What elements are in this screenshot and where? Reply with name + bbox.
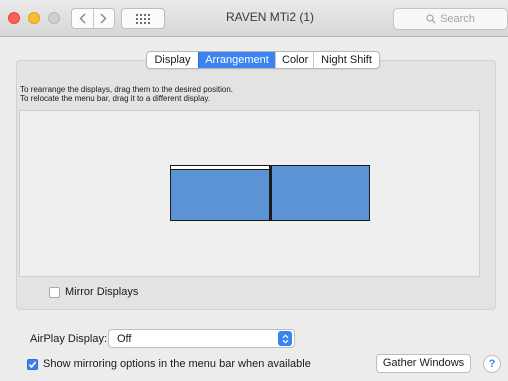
show-mirroring-label: Show mirroring options in the menu bar w… xyxy=(43,358,311,370)
help-button[interactable]: ? xyxy=(483,355,501,373)
title-bar: RAVEN MTi2 (1) Search xyxy=(0,0,508,37)
arrangement-instructions: To rearrange the displays, drag them to … xyxy=(20,85,233,103)
tab-display[interactable]: Display xyxy=(147,52,198,68)
window-title: RAVEN MTi2 (1) xyxy=(225,10,314,24)
gather-windows-button[interactable]: Gather Windows xyxy=(376,354,471,373)
grid-icon xyxy=(136,13,150,24)
show-all-button[interactable] xyxy=(121,8,165,29)
show-mirroring-option[interactable]: Show mirroring options in the menu bar w… xyxy=(27,358,311,370)
tab-arrangement[interactable]: Arrangement xyxy=(198,52,275,68)
back-button[interactable] xyxy=(72,9,93,28)
updown-arrows-icon xyxy=(278,331,292,346)
tab-night-shift[interactable]: Night Shift xyxy=(313,52,379,68)
search-icon xyxy=(426,14,436,24)
mirror-displays-checkbox[interactable] xyxy=(49,286,60,298)
close-button[interactable] xyxy=(8,12,20,24)
preferences-window: RAVEN MTi2 (1) Search Display Arrangemen… xyxy=(0,0,508,381)
mirror-displays-option[interactable]: Mirror Displays xyxy=(49,286,138,298)
search-field[interactable]: Search xyxy=(393,8,508,30)
chevron-right-icon xyxy=(100,13,107,24)
airplay-label: AirPlay Display: xyxy=(30,333,108,345)
airplay-select[interactable]: Off xyxy=(108,329,295,348)
zoom-button[interactable] xyxy=(48,12,60,24)
airplay-select-value: Off xyxy=(117,332,132,345)
mirror-displays-label: Mirror Displays xyxy=(65,286,139,298)
instruction-line-2: To relocate the menu bar, drag it to a d… xyxy=(20,94,211,103)
tab-color[interactable]: Color xyxy=(275,52,313,68)
back-forward-group xyxy=(71,8,115,29)
forward-button[interactable] xyxy=(92,9,115,28)
instruction-line-1: To rearrange the displays, drag them to … xyxy=(20,85,234,94)
chevron-left-icon xyxy=(79,13,86,24)
minimize-button[interactable] xyxy=(28,12,40,24)
search-placeholder: Search xyxy=(440,13,475,25)
checkmark-icon xyxy=(28,360,37,368)
menu-bar-indicator[interactable] xyxy=(171,166,269,170)
show-mirroring-checkbox[interactable] xyxy=(27,358,38,370)
display-thumbnail-secondary[interactable] xyxy=(270,165,370,221)
display-thumbnail-main[interactable] xyxy=(170,165,270,221)
tab-bar: Display Arrangement Color Night Shift xyxy=(146,51,380,69)
